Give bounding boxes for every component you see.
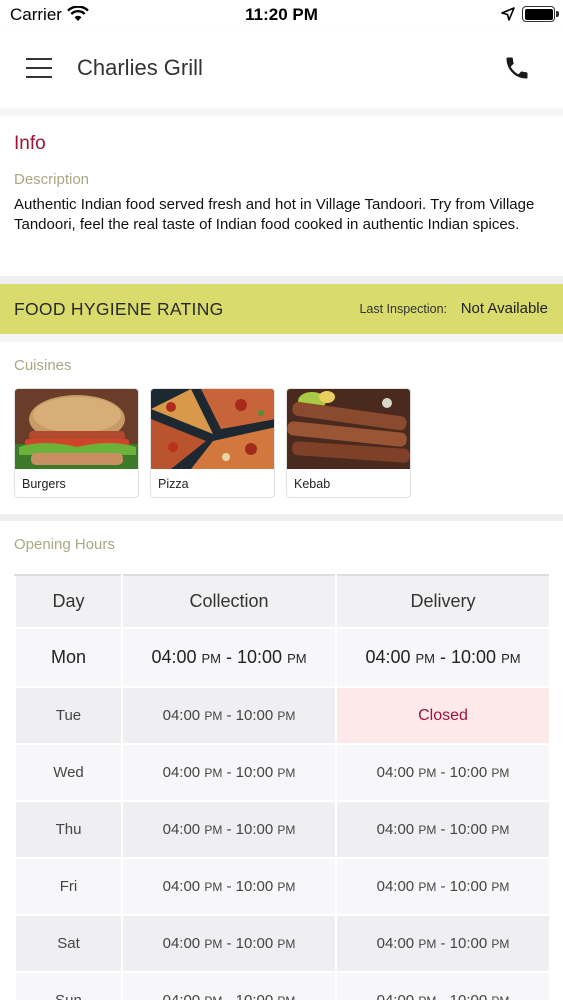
table-header-row: Day Collection Delivery <box>14 574 551 629</box>
cuisine-name: Pizza <box>158 477 189 491</box>
collection-hours: 04:00 PM - 10:00 PM <box>121 743 337 802</box>
info-heading: Info <box>14 133 46 154</box>
description-text: Authentic Indian food served fresh and h… <box>14 196 535 233</box>
collection-hours: 04:00 PM - 10:00 PM <box>121 627 337 688</box>
kebab-image <box>287 389 410 469</box>
table-row: Wed 04:00 PM - 10:00 PM 04:00 PM - 10:00… <box>14 743 551 802</box>
delivery-hours: 04:00 PM - 10:00 PM <box>335 971 551 1000</box>
opening-hours-table: Day Collection Delivery Mon 04:00 PM - 1… <box>14 574 551 1000</box>
day-cell: Wed <box>14 743 123 802</box>
delivery-hours: 04:00 PM - 10:00 PM <box>335 800 551 859</box>
day-cell: Mon <box>14 627 123 688</box>
delivery-hours: 04:00 PM - 10:00 PM <box>335 743 551 802</box>
collection-hours: 04:00 PM - 10:00 PM <box>121 971 337 1000</box>
day-cell: Sun <box>14 971 123 1000</box>
column-header-day: Day <box>14 574 123 629</box>
delivery-closed-badge: Closed <box>335 686 551 745</box>
table-row: Sun 04:00 PM - 10:00 PM 04:00 PM - 10:00… <box>14 971 551 1000</box>
location-arrow-icon <box>501 7 515 26</box>
table-row: Thu 04:00 PM - 10:00 PM 04:00 PM - 10:00… <box>14 800 551 859</box>
cuisines-label: Cuisines <box>14 357 72 374</box>
cuisine-name: Burgers <box>22 477 66 491</box>
collection-hours: 04:00 PM - 10:00 PM <box>121 800 337 859</box>
table-row: Sat 04:00 PM - 10:00 PM 04:00 PM - 10:00… <box>14 914 551 973</box>
section-divider <box>0 108 563 116</box>
description-label: Description <box>14 171 90 188</box>
opening-hours-label: Opening Hours <box>14 536 115 553</box>
cuisine-card-kebab[interactable]: Kebab <box>286 388 411 498</box>
last-inspection-label: Last Inspection: <box>359 302 447 316</box>
section-divider <box>0 276 563 284</box>
status-bar: Carrier 11:20 PM <box>0 0 563 30</box>
cuisine-card-burgers[interactable]: Burgers <box>14 388 139 498</box>
day-cell: Sat <box>14 914 123 973</box>
section-divider <box>0 334 563 342</box>
last-inspection-value: Not Available <box>460 300 548 317</box>
table-row: Tue 04:00 PM - 10:00 PM Closed <box>14 686 551 745</box>
menu-icon[interactable] <box>26 58 52 78</box>
delivery-hours: 04:00 PM - 10:00 PM <box>335 627 551 688</box>
table-row: Mon 04:00 PM - 10:00 PM 04:00 PM - 10:00… <box>14 627 551 688</box>
cuisine-card-pizza[interactable]: Pizza <box>150 388 275 498</box>
hygiene-rating-banner: FOOD HYGIENE RATING Last Inspection: Not… <box>0 284 563 334</box>
burger-image <box>15 389 138 469</box>
battery-icon <box>522 6 559 22</box>
collection-hours: 04:00 PM - 10:00 PM <box>121 857 337 916</box>
section-divider <box>0 514 563 521</box>
pizza-image <box>151 389 274 469</box>
app-header: Charlies Grill <box>0 30 563 108</box>
column-header-delivery: Delivery <box>335 574 551 629</box>
collection-hours: 04:00 PM - 10:00 PM <box>121 914 337 973</box>
day-cell: Thu <box>14 800 123 859</box>
day-cell: Tue <box>14 686 123 745</box>
hygiene-title: FOOD HYGIENE RATING <box>14 299 224 319</box>
restaurant-title: Charlies Grill <box>77 55 203 80</box>
delivery-hours: 04:00 PM - 10:00 PM <box>335 914 551 973</box>
delivery-hours: 04:00 PM - 10:00 PM <box>335 857 551 916</box>
collection-hours: 04:00 PM - 10:00 PM <box>121 686 337 745</box>
table-row: Fri 04:00 PM - 10:00 PM 04:00 PM - 10:00… <box>14 857 551 916</box>
cuisine-name: Kebab <box>294 477 331 491</box>
clock: 11:20 PM <box>245 5 318 24</box>
column-header-collection: Collection <box>121 574 337 629</box>
phone-icon[interactable] <box>503 54 531 87</box>
day-cell: Fri <box>14 857 123 916</box>
